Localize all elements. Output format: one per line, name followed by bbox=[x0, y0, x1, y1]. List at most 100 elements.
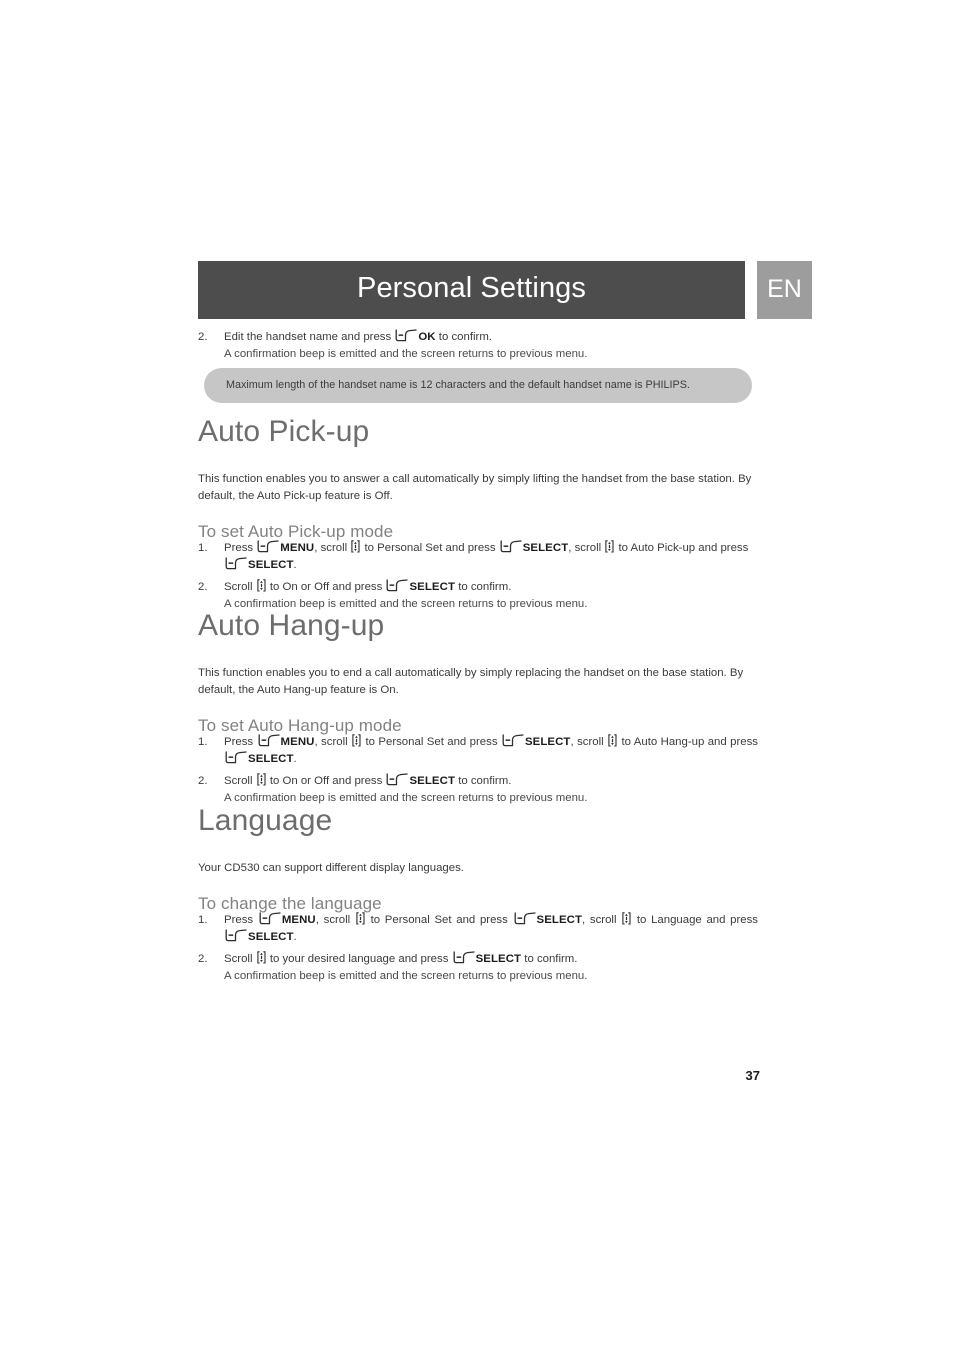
step-text-run: Scroll bbox=[224, 775, 256, 787]
step-text-run: Press bbox=[224, 914, 258, 926]
step-text-run: to Personal Set and press bbox=[365, 914, 513, 926]
step-text-run: , scroll bbox=[570, 736, 608, 748]
scroll-icon bbox=[257, 951, 266, 964]
step-text-run: . bbox=[293, 931, 297, 943]
scroll-icon bbox=[356, 912, 365, 925]
section-subheading: To set Auto Hang-up mode bbox=[198, 716, 402, 735]
language-badge-label: EN bbox=[767, 274, 802, 303]
softkey-label: MENU bbox=[280, 736, 315, 748]
step-text-run: Press bbox=[224, 736, 257, 748]
header-title-bar: Personal Settings bbox=[198, 261, 745, 319]
softkey-icon bbox=[225, 929, 247, 942]
softkey-label-ok: OK bbox=[418, 331, 436, 343]
step-text: Scroll to On or Off and press SELECT to … bbox=[224, 579, 758, 596]
softkey-label: SELECT bbox=[409, 581, 456, 593]
section-auto-pick-up: Auto Pick-up This function enables you t… bbox=[198, 417, 758, 618]
note-callout: Maximum length of the handset name is 12… bbox=[204, 368, 752, 403]
step-text-run: Scroll bbox=[224, 953, 256, 965]
section-language: Language Your CD530 can support differen… bbox=[198, 806, 758, 990]
list-item: 2. Scroll to On or Off and press SELECT t… bbox=[198, 579, 758, 613]
softkey-label: MENU bbox=[281, 914, 316, 926]
page-number: 37 bbox=[745, 1068, 760, 1083]
step-text-run: to your desired language and press bbox=[266, 953, 452, 965]
step-list: 1. Press MENU, scroll to Personal Set and… bbox=[198, 912, 758, 985]
section-heading: Language bbox=[198, 804, 333, 837]
note-text: Maximum length of the handset name is 12… bbox=[226, 379, 690, 392]
step-text-run: . bbox=[293, 753, 297, 765]
step-text-run: , scroll bbox=[314, 542, 351, 554]
section-intro-text: This function enables you to end a call … bbox=[198, 667, 744, 696]
softkey-label: SELECT bbox=[536, 914, 583, 926]
softkey-label: SELECT bbox=[248, 559, 294, 571]
list-item: 1. Press MENU, scroll to Personal Set and… bbox=[198, 734, 758, 768]
section-subheading: To set Auto Pick-up mode bbox=[198, 522, 394, 541]
scroll-icon bbox=[352, 734, 361, 747]
softkey-icon bbox=[514, 912, 536, 925]
step-text-run: to On or Off and press bbox=[266, 775, 386, 787]
step-text-run: to On or Off and press bbox=[266, 581, 386, 593]
step-text: Press MENU, scroll to Personal Set and p… bbox=[224, 912, 758, 946]
step-subtext: A confirmation beep is emitted and the s… bbox=[224, 970, 588, 982]
softkey-label: SELECT bbox=[475, 953, 522, 965]
softkey-icon bbox=[502, 734, 524, 747]
softkey-icon bbox=[259, 912, 281, 925]
list-item: 2. Edit the handset name and press OK to… bbox=[198, 329, 758, 363]
page-header: Personal Settings EN bbox=[198, 261, 812, 319]
step-text-run: , scroll bbox=[315, 914, 355, 926]
step-number: 2. bbox=[198, 953, 208, 965]
step-number: 1. bbox=[198, 736, 208, 748]
step-number: 1. bbox=[198, 542, 208, 554]
step-text-run: , scroll bbox=[314, 736, 352, 748]
softkey-label: SELECT bbox=[409, 775, 456, 787]
section-auto-hang-up: Auto Hang-up This function enables you t… bbox=[198, 611, 758, 812]
softkey-icon bbox=[395, 329, 417, 342]
softkey-icon bbox=[453, 951, 475, 964]
scroll-icon bbox=[351, 540, 360, 553]
list-item: 1. Press MENU, scroll to Personal Set and… bbox=[198, 540, 758, 574]
step-text-run: to confirm. bbox=[455, 775, 512, 787]
step-text-run: Press bbox=[224, 542, 257, 554]
step-number: 2. bbox=[198, 775, 208, 787]
step-list: 1. Press MENU, scroll to Personal Set and… bbox=[198, 540, 758, 613]
scroll-icon bbox=[605, 540, 614, 553]
step-text-run: to Auto Hang-up and press bbox=[618, 736, 758, 748]
scroll-icon bbox=[608, 734, 617, 747]
softkey-icon bbox=[386, 773, 409, 786]
step-text: Scroll to your desired language and pres… bbox=[224, 951, 758, 968]
step-text-run: . bbox=[293, 559, 297, 571]
step-text-before: Edit the handset name and press bbox=[224, 331, 395, 343]
step-text-run: to confirm. bbox=[521, 953, 578, 965]
scroll-icon bbox=[257, 773, 266, 786]
step-text-run: Scroll bbox=[224, 581, 256, 593]
softkey-icon bbox=[225, 557, 247, 570]
intro-step-block: 2. Edit the handset name and press OK to… bbox=[198, 329, 758, 368]
step-text: Press MENU, scroll to Personal Set and p… bbox=[224, 540, 758, 574]
list-item: 2. Scroll to On or Off and press SELECT t… bbox=[198, 773, 758, 807]
softkey-label: MENU bbox=[280, 542, 315, 554]
step-text-after: to confirm. bbox=[435, 331, 492, 343]
softkey-icon bbox=[386, 579, 409, 592]
step-text-run: to Personal Set and press bbox=[362, 736, 501, 748]
step-text-run: , scroll bbox=[582, 914, 622, 926]
section-subheading: To change the language bbox=[198, 894, 382, 913]
step-number: 1. bbox=[198, 914, 208, 926]
step-text-run: to confirm. bbox=[455, 581, 512, 593]
softkey-label: SELECT bbox=[248, 753, 294, 765]
softkey-label: SELECT bbox=[522, 542, 569, 554]
list-item: 1. Press MENU, scroll to Personal Set and… bbox=[198, 912, 758, 946]
step-list: 1. Press MENU, scroll to Personal Set and… bbox=[198, 734, 758, 807]
section-heading: Auto Hang-up bbox=[198, 609, 385, 642]
step-number: 2. bbox=[198, 581, 208, 593]
section-intro-text: This function enables you to answer a ca… bbox=[198, 473, 752, 502]
softkey-icon bbox=[500, 540, 522, 553]
step-text: Scroll to On or Off and press SELECT to … bbox=[224, 773, 758, 790]
document-page: Personal Settings EN 2. Edit the handset… bbox=[0, 0, 954, 1351]
softkey-label: SELECT bbox=[524, 736, 571, 748]
step-text-run: to Auto Pick-up and press bbox=[615, 542, 749, 554]
scroll-icon bbox=[622, 912, 631, 925]
section-heading: Auto Pick-up bbox=[198, 415, 370, 448]
step-text: Press MENU, scroll to Personal Set and p… bbox=[224, 734, 758, 768]
section-intro-text: Your CD530 can support different display… bbox=[198, 862, 464, 874]
page-title: Personal Settings bbox=[357, 272, 586, 304]
softkey-icon bbox=[257, 540, 279, 553]
